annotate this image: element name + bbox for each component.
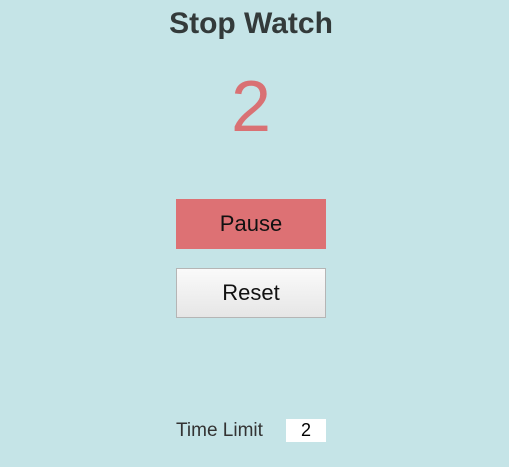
time-limit-label: Time Limit xyxy=(176,420,263,441)
reset-button[interactable]: Reset xyxy=(176,268,326,318)
stopwatch-count: 2 xyxy=(230,67,272,147)
pause-button[interactable]: Pause xyxy=(176,199,326,249)
time-limit-input[interactable] xyxy=(286,419,326,442)
page-title: Stop Watch xyxy=(169,7,333,40)
